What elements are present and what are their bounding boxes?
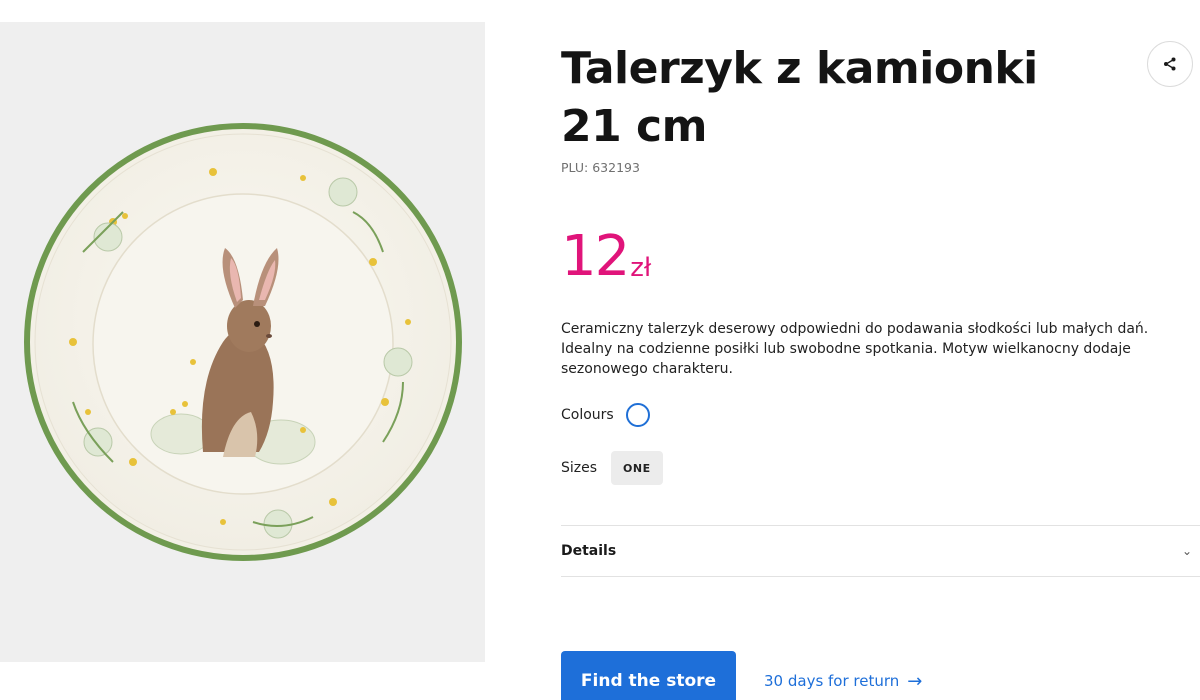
find-store-button[interactable]: Find the store [561,651,736,700]
return-link-label: 30 days for return [764,672,900,690]
product-image[interactable] [0,22,485,662]
details-accordion[interactable]: Details ⌄ [561,525,1200,577]
sizes-label: Sizes [561,460,598,476]
price-amount: 12 [561,224,630,289]
colours-option: Colours [561,403,1200,427]
chevron-down-icon: ⌄ [1181,544,1192,558]
product-title: Talerzyk z kamionki 21 cm [561,43,1038,152]
arrow-right-icon: → [907,670,923,692]
product-actions: Find the store 30 days for return → [561,651,922,700]
product-info: Talerzyk z kamionki 21 cm PLU: 632193 12… [561,40,1200,577]
price-currency: zł [630,253,652,283]
return-policy-link[interactable]: 30 days for return → [764,671,922,692]
size-chip-one[interactable]: ONE [611,451,663,485]
colours-label: Colours [561,407,614,423]
sizes-option: Sizes ONE [561,451,1200,485]
colour-swatch[interactable] [625,403,650,427]
product-description: Ceramiczny talerzyk deserowy odpowiedni … [561,321,1149,377]
details-label: Details [561,543,617,559]
product-plu: PLU: 632193 [561,160,640,175]
product-price: 12 zł [561,224,1200,289]
plate-illustration [23,123,462,561]
